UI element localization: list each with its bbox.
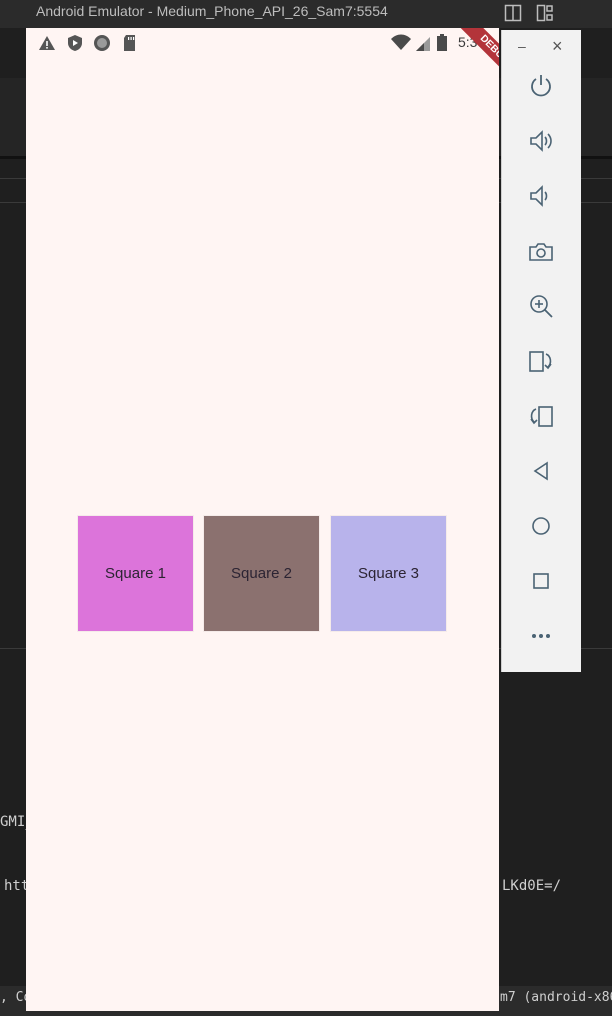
emulator-title-bar[interactable]: Android Emulator - Medium_Phone_API_26_S… <box>26 0 582 28</box>
zoom-icon <box>528 293 554 323</box>
zoom-button[interactable] <box>526 293 556 323</box>
home-icon <box>528 513 554 543</box>
signal-icon <box>414 34 432 52</box>
power-icon <box>528 73 554 103</box>
camera-icon <box>528 239 554 269</box>
volume-down-icon <box>528 183 554 213</box>
square-label: Square 3 <box>358 565 419 582</box>
rotate-left-icon <box>528 348 554 378</box>
circle-icon <box>93 34 111 52</box>
home-button[interactable] <box>526 513 556 543</box>
split-view-icon[interactable] <box>504 4 522 22</box>
warning-icon <box>38 34 56 52</box>
battery-icon <box>436 34 448 52</box>
rotate-right-icon <box>528 403 554 433</box>
ide-text-line: m7 (android-x86 <box>500 990 612 1005</box>
more-button[interactable] <box>526 623 556 653</box>
square-1[interactable]: Square 1 <box>78 516 193 631</box>
square-2[interactable]: Square 2 <box>204 516 319 631</box>
square-3[interactable]: Square 3 <box>331 516 446 631</box>
back-icon <box>528 458 554 488</box>
square-label: Square 1 <box>105 565 166 582</box>
more-icon <box>528 623 554 653</box>
shield-icon <box>66 34 84 52</box>
ide-text-line: LKd0E=/ <box>502 878 562 894</box>
sdcard-icon <box>121 34 139 52</box>
rotate-right-button[interactable] <box>526 403 556 433</box>
emulator-toolbar: – × <box>501 30 581 672</box>
overview-icon <box>528 568 554 598</box>
rotate-left-button[interactable] <box>526 348 556 378</box>
volume-down-button[interactable] <box>526 183 556 213</box>
screenshot-button[interactable] <box>526 239 556 269</box>
overview-button[interactable] <box>526 568 556 598</box>
wifi-icon <box>390 34 412 52</box>
volume-up-button[interactable] <box>526 128 556 158</box>
square-label: Square 2 <box>231 565 292 582</box>
status-bar: 5:30 <box>26 28 499 56</box>
volume-up-icon <box>528 128 554 158</box>
power-button[interactable] <box>526 73 556 103</box>
minimize-button[interactable]: – <box>518 38 526 54</box>
back-button[interactable] <box>526 458 556 488</box>
window-title: Android Emulator - Medium_Phone_API_26_S… <box>36 3 388 19</box>
close-button[interactable]: × <box>552 36 563 57</box>
layout-icon[interactable] <box>536 4 554 22</box>
device-screen: 5:30 DEBUG Square 1 Square 2 Square 3 <box>26 28 499 1011</box>
